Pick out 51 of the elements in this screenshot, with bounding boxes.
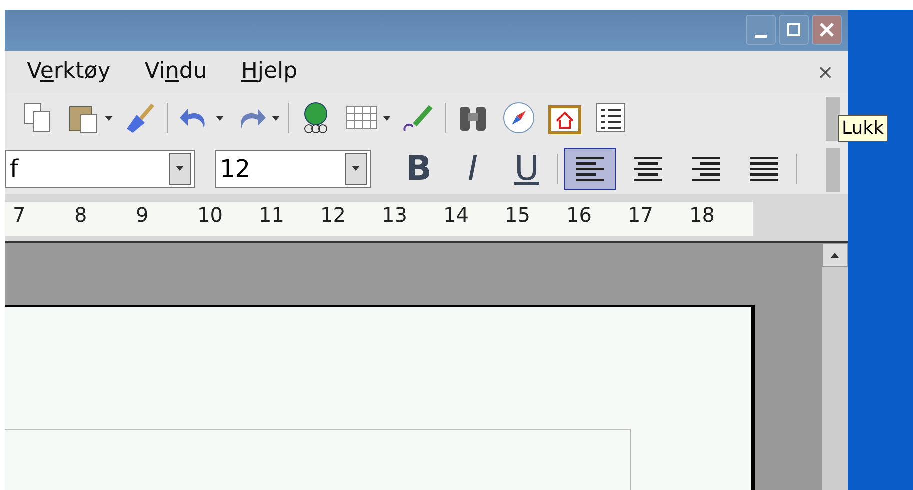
scroll-up-button[interactable] [822, 243, 848, 267]
tooltip: Lukk [838, 114, 888, 142]
ruler-number: 7 [13, 202, 27, 228]
maximize-button[interactable] [779, 15, 809, 46]
underline-button[interactable]: U [503, 148, 551, 190]
ruler-number: 18 [690, 202, 716, 228]
caret-icon [176, 166, 184, 172]
font-name-field[interactable]: f [5, 150, 195, 188]
caret-icon [216, 116, 224, 121]
close-button[interactable] [812, 15, 842, 46]
toolbar-overflow-button[interactable] [826, 96, 840, 141]
font-size-field[interactable]: 12 [215, 150, 371, 188]
dropdown-arrow-button[interactable] [345, 152, 367, 185]
close-icon [819, 22, 835, 38]
ruler-number: 16 [566, 202, 593, 228]
dropdown-arrow-icon[interactable] [272, 116, 280, 121]
vertical-scrollbar[interactable] [821, 243, 848, 490]
caret-icon [383, 116, 391, 121]
menu-item[interactable]: Vindu [144, 59, 208, 84]
caret-icon [352, 166, 360, 172]
ruler-number: 14 [444, 202, 470, 228]
ruler-number: 12 [320, 202, 347, 228]
ruler-number: 10 [198, 202, 224, 228]
minimize-button[interactable] [746, 15, 776, 46]
minimize-icon [755, 34, 767, 38]
italic-button[interactable]: I [449, 148, 497, 190]
align-right-icon [691, 154, 721, 183]
ruler-number: 11 [259, 202, 286, 228]
dropdown-arrow-icon[interactable] [383, 116, 391, 121]
align-center-icon [633, 154, 663, 183]
ruler-number: 9 [136, 202, 150, 228]
caret-icon [831, 252, 839, 258]
bold-button[interactable]: B [395, 148, 443, 190]
ruler-number: 8 [74, 202, 88, 228]
ruler-number: 17 [628, 202, 654, 228]
ruler-number: 15 [505, 202, 532, 228]
compass-icon [502, 101, 536, 136]
menu-item[interactable]: Verktøy [27, 59, 111, 84]
maximize-icon [787, 23, 801, 38]
menu-item[interactable]: Hjelp [241, 59, 298, 84]
caret-icon [105, 116, 113, 121]
dropdown-arrow-button[interactable] [169, 152, 191, 185]
close-document-button[interactable]: × [817, 60, 834, 84]
align-left-button[interactable] [564, 148, 616, 190]
align-left-icon [575, 154, 605, 183]
align-justify-icon [749, 154, 779, 183]
ruler-number: 13 [382, 202, 408, 228]
caret-icon [272, 116, 280, 121]
dropdown-arrow-icon[interactable] [105, 116, 113, 121]
dropdown-arrow-icon[interactable] [216, 116, 224, 121]
list-icon [594, 101, 628, 136]
